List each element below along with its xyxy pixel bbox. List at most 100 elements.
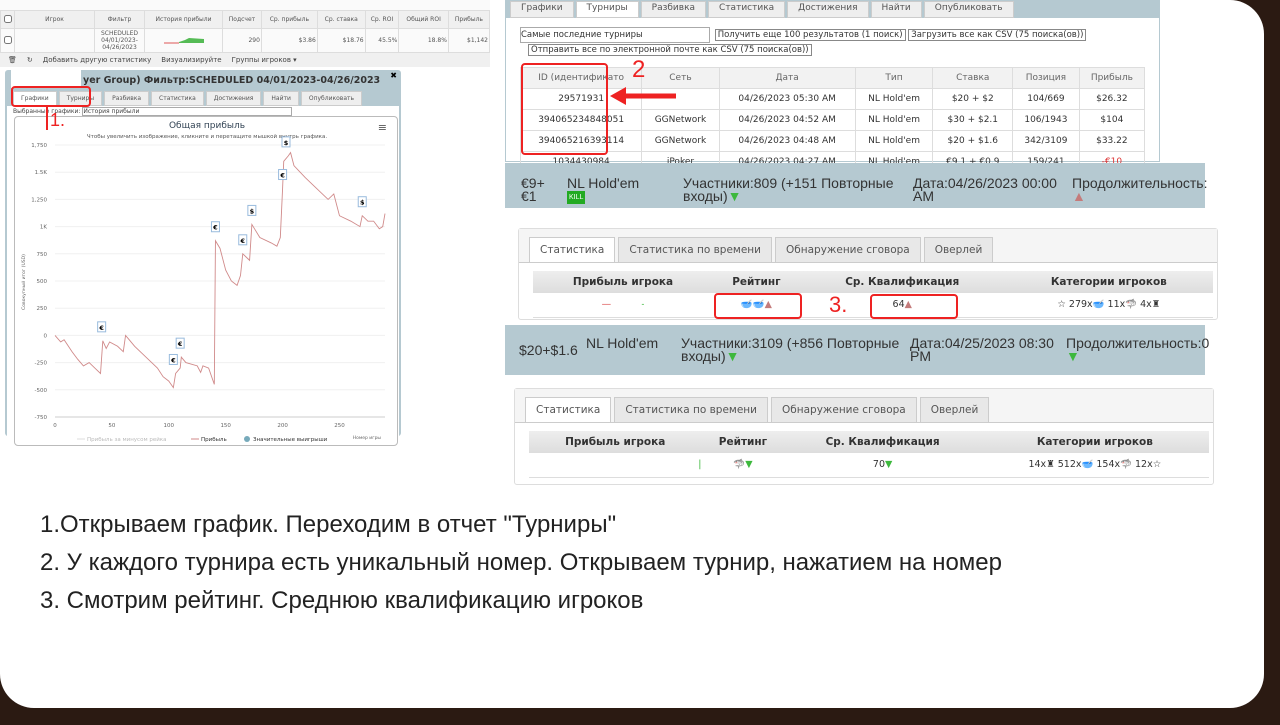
download-csv-button[interactable]: Загрузить все как CSV (75 поиска(ов)) bbox=[908, 29, 1087, 41]
caption-line-3: 3. Смотрим рейтинг. Среднюю квалификацию… bbox=[40, 587, 644, 614]
get-more-button[interactable]: Получить еще 100 результатов (1 поиск) bbox=[714, 29, 906, 41]
table-row[interactable]: 394065234848051 GGNetwork 04/26/2023 04:52… bbox=[519, 109, 1146, 131]
tab-publish[interactable]: Опубликовать bbox=[300, 91, 363, 106]
visualize-link[interactable]: Визуализируйте bbox=[161, 56, 221, 64]
tab-find[interactable]: Найти bbox=[870, 1, 922, 18]
tab-collusion[interactable]: Обнаружение сговора bbox=[770, 397, 917, 422]
col-header: Фильтр bbox=[94, 10, 145, 29]
select-all-checkbox[interactable] bbox=[3, 14, 12, 23]
tournaments-table: ID (идентификато Сеть Дата Тип Ставка Позиция… bbox=[519, 67, 1146, 173]
chart-subtitle: Чтобы увеличить изображение, кликните и … bbox=[87, 133, 327, 140]
tab-stats[interactable]: Статистика bbox=[151, 91, 204, 106]
kill-badge-icon: KILL bbox=[567, 191, 586, 204]
legend-swatch bbox=[244, 436, 250, 442]
tab-graphs[interactable]: Графики bbox=[510, 1, 574, 18]
x-tick-label: 150 bbox=[220, 423, 231, 429]
tournament-select[interactable]: Самые последние турниры bbox=[520, 27, 710, 43]
flag-marker-label: € bbox=[212, 224, 218, 232]
tab-publish[interactable]: Опубликовать bbox=[923, 1, 1014, 18]
game-type: NL Hold'em bbox=[586, 335, 659, 351]
avg-value: 70 bbox=[872, 459, 886, 471]
players: Участники:809 (+151 Повторные входы)▼ bbox=[683, 175, 894, 204]
graph-body: Выбранные графики: История прибыли Общая… bbox=[7, 106, 399, 446]
profit-chart[interactable]: Общая прибыль Чтобы увеличить изображение… bbox=[15, 117, 399, 447]
graph-select[interactable]: История прибыли bbox=[82, 107, 293, 116]
stake: $20+$1.6 bbox=[519, 342, 578, 358]
tab-time-stats[interactable]: Статистика по времени bbox=[614, 397, 768, 422]
y-tick-label: 1K bbox=[40, 225, 47, 231]
trash-icon[interactable]: 🗑 bbox=[8, 56, 17, 64]
cat-count: 11x bbox=[1107, 299, 1126, 311]
col-header: Прибыль bbox=[1078, 67, 1146, 89]
duration-text: Продолжительность: bbox=[1072, 175, 1208, 191]
date-cell: 04/26/2023 04:52 AM bbox=[718, 109, 856, 131]
col-header: История прибыли bbox=[143, 10, 224, 29]
player-groups-dropdown[interactable]: Группы игроков ▾ bbox=[232, 56, 297, 64]
duration: Продолжительность: ▲ bbox=[1072, 175, 1208, 204]
profit-cell: $1,142 bbox=[447, 28, 491, 53]
tab-achievements[interactable]: Достижения bbox=[787, 1, 869, 18]
player-categories: 14x♜ 512x🥣 154x🦈 12x☆ bbox=[980, 453, 1209, 478]
avg-profit-cell: $3.86 bbox=[260, 28, 318, 53]
profit-cell: $26.32 bbox=[1078, 88, 1146, 110]
col-header: Тип bbox=[854, 67, 934, 89]
stats-tabs: Статистика Статистика по времени Обнаружен… bbox=[519, 229, 1217, 263]
players: Участники:3109 (+856 Повторные входы)▼ bbox=[681, 335, 900, 364]
legend-item: Значительные выигрыши bbox=[253, 437, 328, 443]
highlight-1 bbox=[11, 86, 91, 107]
tab-achievements[interactable]: Достижения bbox=[205, 91, 262, 106]
highlight-3b bbox=[870, 294, 958, 319]
total-roi-cell: 18.8% bbox=[398, 28, 449, 53]
network-cell: GGNetwork bbox=[641, 130, 720, 152]
add-stat-link[interactable]: Добавить другую статистику bbox=[43, 56, 152, 64]
stats-table: Прибыль игрока Рейтинг Ср. Квалификация Кат… bbox=[529, 431, 1209, 478]
tab-collusion[interactable]: Обнаружение сговора bbox=[774, 237, 921, 262]
filter-cell: SCHEDULED 04/01/2023-04/26/2023 bbox=[94, 28, 145, 53]
x-tick-label: 200 bbox=[277, 423, 288, 429]
arrow-icon bbox=[610, 87, 676, 105]
stats-panel-1: Статистика Статистика по времени Обнаружен… bbox=[518, 228, 1218, 320]
summary-panel: Игрок Фильтр История прибыли Подсчет Ср. при… bbox=[0, 0, 491, 67]
cat-count: 14x bbox=[1028, 459, 1047, 471]
email-csv-button[interactable]: Отправить все по электронной почте как C… bbox=[528, 44, 812, 56]
players-text: Участники:809 (+151 Повторные входы) bbox=[683, 175, 894, 204]
game-type: NL Hold'em bbox=[567, 175, 640, 191]
col-header: Ставка bbox=[932, 67, 1014, 89]
tab-statistics[interactable]: Статистика bbox=[525, 397, 612, 422]
col-header: Прибыль игрока bbox=[533, 271, 713, 293]
flag-marker-label: € bbox=[239, 237, 245, 245]
tab-time-stats[interactable]: Статистика по времени bbox=[618, 237, 772, 262]
tab-breakdown[interactable]: Разбивка bbox=[640, 1, 707, 18]
table-row[interactable]: 394065216393114 GGNetwork 04/26/2023 04:48… bbox=[519, 130, 1146, 152]
cat-count: 154x bbox=[1096, 459, 1121, 471]
tab-overlay[interactable]: Оверлей bbox=[923, 237, 994, 262]
count-cell: 290 bbox=[222, 28, 262, 53]
table-row[interactable]: SCHEDULED 04/01/2023-04/26/2023 290 $3.86… bbox=[0, 28, 491, 53]
refresh-icon[interactable]: ↻ bbox=[27, 56, 33, 64]
menu-icon[interactable]: ≡ bbox=[378, 121, 387, 134]
x-tick-label: 250 bbox=[334, 423, 345, 429]
tab-statistics[interactable]: Статистика bbox=[529, 237, 616, 262]
y-tick-label: 750 bbox=[37, 252, 48, 258]
row-checkbox[interactable] bbox=[3, 35, 12, 44]
close-icon[interactable]: ✖ bbox=[390, 71, 397, 80]
cat-count: 12x bbox=[1134, 459, 1153, 471]
col-header: Рейтинг bbox=[713, 271, 800, 293]
avg-roi-cell: 45.5% bbox=[364, 28, 400, 53]
tab-overlay[interactable]: Оверлей bbox=[919, 397, 990, 422]
tournament-banner-1: €9+ €1 NL Hold'em KILL Участники:809 (+1… bbox=[505, 163, 1208, 208]
y-axis-label: Совокупный итог (USD) bbox=[20, 254, 27, 310]
stake-cell: $30 + $2.1 bbox=[932, 109, 1014, 131]
stats-tabs: Статистика Статистика по времени Обнаружен… bbox=[515, 389, 1213, 423]
tab-tournaments[interactable]: Турниры bbox=[575, 1, 639, 18]
annotation-1: 1. bbox=[50, 110, 66, 130]
tab-stats[interactable]: Статистика bbox=[708, 1, 786, 18]
tab-breakdown[interactable]: Разбивка bbox=[104, 91, 150, 106]
date-cell: 04/26/2023 05:30 AM bbox=[718, 88, 856, 110]
y-tick-label: 1,250 bbox=[31, 197, 47, 203]
tab-find[interactable]: Найти bbox=[263, 91, 299, 106]
col-header: Ср. Квалификация bbox=[799, 271, 1005, 293]
col-header: Прибыль игрока bbox=[529, 431, 702, 453]
summary-toolbar: 🗑 ↻ Добавить другую статистику Визуализир… bbox=[0, 53, 490, 67]
col-header: Общий ROI bbox=[398, 10, 449, 29]
